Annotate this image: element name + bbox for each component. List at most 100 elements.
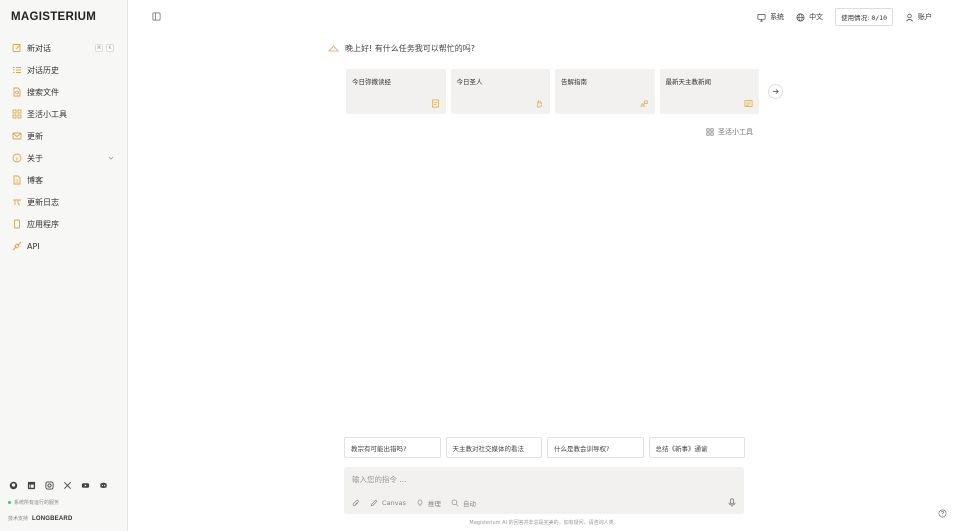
card-title: 告解指南	[561, 78, 587, 86]
language-button[interactable]: 中文	[796, 12, 823, 22]
tools-grid-icon	[12, 109, 22, 119]
canvas-button[interactable]: Canvas	[370, 499, 406, 507]
prompt-input[interactable]	[352, 473, 732, 485]
document-icon	[12, 175, 22, 185]
sidebar-item-label: 搜索文件	[27, 87, 59, 97]
suggestion-chip[interactable]: 教宗有可能出错吗?	[344, 437, 441, 458]
sidebar-item-label: 圣活小工具	[27, 109, 67, 119]
monitor-icon	[757, 13, 766, 21]
discord-icon[interactable]	[99, 481, 108, 490]
history-icon	[12, 65, 22, 75]
canvas-label: Canvas	[382, 499, 406, 507]
brand-logo[interactable]: MAGISTERIUM	[11, 11, 96, 23]
attach-button[interactable]	[352, 499, 360, 507]
news-icon	[744, 99, 753, 108]
sidebar-nav: 新对话 ⌘ K 对话历史 搜索文件 圣活小工具 更新 关于 博客 更新日志 应用…	[0, 37, 128, 257]
greeting-text: 晚上好! 有什么任务我可以帮忙的吗?	[345, 44, 475, 53]
quick-cards: 今日弥撒读经 今日圣人 告解指南 最新天主教新闻	[346, 69, 759, 114]
card-confession-guide[interactable]: 告解指南	[555, 69, 655, 114]
status-text: 系统所有运行的服务	[14, 500, 60, 506]
instagram-icon[interactable]	[45, 481, 54, 490]
search-icon	[451, 499, 459, 507]
language-label: 中文	[809, 13, 824, 21]
help-icon[interactable]	[938, 509, 947, 518]
sidebar-item-label: 博客	[27, 175, 43, 185]
usage-label: 使用情况:	[841, 14, 870, 22]
powered-brand: LONGBEARD	[32, 515, 73, 522]
account-button[interactable]: 账户	[905, 12, 932, 22]
sidebar-item-tools[interactable]: 圣活小工具	[0, 103, 128, 125]
linkedin-icon[interactable]	[27, 481, 36, 490]
tools-grid-icon	[706, 128, 714, 136]
powered-by[interactable]: 技术支持 LONGBEARD	[8, 515, 73, 523]
sidebar-item-label: 关于	[27, 153, 43, 163]
top-bar: 系统 中文 使用情况: 0/10 账户	[757, 8, 932, 26]
globe-icon	[796, 13, 805, 21]
theme-system-button[interactable]: 系统	[757, 12, 784, 22]
card-catholic-news[interactable]: 最新天主教新闻	[659, 69, 759, 114]
shortcut-hint: ⌘ K	[95, 44, 114, 52]
changelog-icon	[12, 197, 22, 207]
auto-search-button[interactable]: 自动	[451, 498, 476, 508]
sidebar-item-label: API	[27, 241, 40, 251]
pen-icon	[370, 499, 378, 507]
tools-link[interactable]: 圣活小工具	[706, 127, 753, 137]
sidebar-item-changelog[interactable]: 更新日志	[0, 191, 128, 213]
auto-label: 自动	[462, 500, 476, 508]
youtube-icon[interactable]	[81, 481, 90, 490]
greeting: 晚上好! 有什么任务我可以帮忙的吗?	[328, 43, 475, 54]
sidebar-item-label: 对话历史	[27, 65, 59, 75]
phone-icon	[12, 219, 22, 229]
github-icon[interactable]	[9, 481, 18, 490]
usage-badge[interactable]: 使用情况: 0/10	[835, 8, 893, 26]
system-status: 系统所有运行的服务	[8, 499, 59, 506]
suggestion-chip[interactable]: 总结《新事》通谕	[648, 437, 745, 458]
composer-tools: Canvas 推理 自动	[352, 498, 476, 508]
card-title: 今日弥撒读经	[352, 78, 391, 86]
status-dot	[8, 501, 11, 504]
card-title: 最新天主教新闻	[665, 78, 712, 86]
card-daily-readings[interactable]: 今日弥撒读经	[346, 69, 446, 114]
sidebar-item-label: 更新	[27, 131, 43, 141]
account-label: 账户	[918, 13, 932, 21]
x-icon[interactable]	[63, 481, 72, 490]
usage-value: 0/10	[871, 14, 887, 22]
theme-label: 系统	[770, 13, 785, 21]
user-icon	[906, 13, 913, 22]
reasoning-button[interactable]: 推理	[416, 498, 441, 508]
powered-prefix: 技术支持	[8, 516, 29, 522]
sidebar-item-label: 应用程序	[27, 219, 59, 229]
bulb-icon	[417, 499, 423, 507]
sidebar-item-api[interactable]: API	[0, 235, 128, 257]
sidebar: MAGISTERIUM 新对话 ⌘ K 对话历史 搜索文件 圣活小工具 更新 关于	[0, 0, 128, 531]
sidebar-item-history[interactable]: 对话历史	[0, 59, 128, 81]
sidebar-item-apps[interactable]: 应用程序	[0, 213, 128, 235]
shortcut-key: K	[106, 44, 114, 52]
card-saint-of-day[interactable]: 今日圣人	[450, 69, 550, 114]
shortcut-key: ⌘	[95, 44, 103, 52]
sidebar-item-updates[interactable]: 更新	[0, 125, 128, 147]
search-files-icon	[12, 87, 22, 97]
thumbs-icon	[639, 99, 649, 108]
arrow-right-icon	[772, 89, 779, 94]
cards-next-button[interactable]	[768, 84, 783, 99]
social-links	[9, 481, 108, 490]
card-title: 今日圣人	[456, 78, 483, 86]
composer: Canvas 推理 自动	[344, 467, 744, 514]
paperclip-icon	[352, 499, 359, 506]
chevron-down-icon	[108, 156, 114, 160]
sidebar-toggle-icon[interactable]	[152, 12, 161, 21]
sidebar-item-label: 更新日志	[27, 197, 59, 207]
suggestion-chip[interactable]: 天主教对社交媒体的看法	[445, 437, 542, 458]
sidebar-item-search-files[interactable]: 搜索文件	[0, 81, 128, 103]
mail-icon	[12, 131, 22, 141]
sidebar-item-label: 新对话	[27, 43, 51, 53]
microphone-icon[interactable]	[728, 498, 736, 507]
sidebar-item-new-chat[interactable]: 新对话 ⌘ K	[0, 37, 128, 59]
hand-icon	[535, 99, 544, 108]
mitre-icon	[328, 45, 339, 52]
book-icon	[431, 99, 440, 108]
sidebar-item-about[interactable]: 关于	[0, 147, 128, 169]
sidebar-item-blog[interactable]: 博客	[0, 169, 128, 191]
suggestion-chip[interactable]: 什么是教会训导权?	[547, 437, 644, 458]
